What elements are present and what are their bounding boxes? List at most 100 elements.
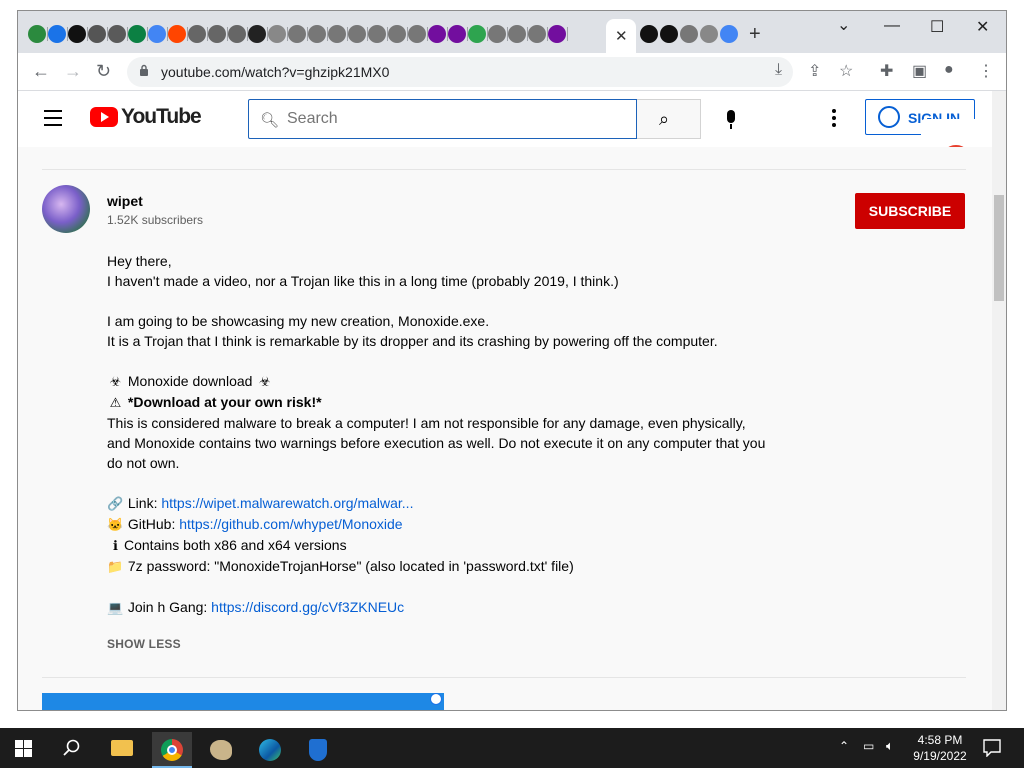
youtube-logo-text: YouTube (121, 105, 202, 128)
security-shield-icon[interactable] (298, 732, 338, 768)
tab-favicon[interactable] (528, 25, 546, 43)
info-icon: ℹ (113, 538, 118, 553)
tab-favicon[interactable] (468, 25, 486, 43)
clock[interactable]: 4:58 PM 9/19/2022 (900, 732, 980, 764)
tab-favicon[interactable] (188, 25, 206, 43)
tab-favicon[interactable] (88, 25, 106, 43)
minimize-button[interactable]: — (884, 17, 900, 35)
extensions-puzzle-icon[interactable]: ✚ (880, 61, 893, 81)
settings-kebab-icon[interactable] (832, 109, 838, 129)
channel-avatar[interactable] (42, 185, 90, 233)
page-scrollbar[interactable] (992, 91, 1006, 710)
hamburger-menu-icon[interactable] (44, 110, 64, 126)
tab-favicon[interactable] (408, 25, 426, 43)
tab-favicon[interactable] (308, 25, 326, 43)
tab-favicon[interactable] (488, 25, 506, 43)
desc-line: It is a Trojan that I think is remarkabl… (107, 333, 718, 349)
password-line: 📁 7z password: "MonoxideTrojanHorse" (al… (107, 556, 767, 577)
tab-favicon[interactable] (248, 25, 266, 43)
network-icon[interactable]: ▭ (863, 739, 874, 753)
tab-favicon[interactable] (128, 25, 146, 43)
tab-favicon[interactable] (700, 25, 718, 43)
tab-favicon[interactable] (680, 25, 698, 43)
tab-favicon[interactable] (148, 25, 166, 43)
show-less-button[interactable]: SHOW LESS (107, 637, 181, 651)
discord-link[interactable]: https://discord.gg/cVf3ZKNEUc (211, 599, 404, 615)
close-tab-icon[interactable]: ✕ (615, 27, 628, 45)
ad-info-icon[interactable] (430, 693, 442, 705)
tab-favicon[interactable] (288, 25, 306, 43)
download-heading-line: ☣ Monoxide download ☣ (107, 371, 767, 392)
install-app-icon[interactable]: ⤓ (775, 61, 782, 79)
active-tab[interactable]: ✕ (606, 19, 636, 53)
subscribe-button[interactable]: SUBSCRIBE (855, 193, 965, 229)
tab-favicon[interactable] (168, 25, 186, 43)
subscriber-count: 1.52K subscribers (107, 213, 204, 227)
desc-line: I am going to be showcasing my new creat… (107, 313, 490, 329)
laptop-icon: 💻 (107, 600, 124, 615)
url-text: youtube.com/watch?v=ghzipk21MX0 (161, 64, 390, 80)
ad-banner[interactable] (42, 693, 444, 710)
paint-app-icon[interactable] (201, 732, 241, 768)
tab-favicon[interactable] (368, 25, 386, 43)
tab-search-chevron-icon[interactable]: ⌄ (837, 15, 850, 35)
chrome-taskbar-icon[interactable] (152, 732, 192, 768)
edge-icon[interactable] (250, 732, 290, 768)
discord-line: 💻 Join h Gang: https://discord.gg/cVf3ZK… (107, 597, 767, 618)
search-icon[interactable] (63, 739, 81, 757)
tab-favicon[interactable] (388, 25, 406, 43)
tab-favicon[interactable] (228, 25, 246, 43)
github-line: 🐱 GitHub: https://github.com/whypet/Mono… (107, 514, 767, 535)
browser-menu-icon[interactable]: ⋮ (978, 61, 994, 81)
video-description-section: wipet 1.52K subscribers SUBSCRIBE Hey th… (18, 147, 992, 710)
cat-icon: 🐱 (107, 517, 124, 532)
browser-window: ✕ + ⌄ — ☐ ✕ ← → ↻ youtube.com/watch?v=gh… (17, 10, 1007, 711)
maximize-button[interactable]: ☐ (930, 17, 944, 37)
link-icon: 🔗 (107, 496, 124, 511)
desktop: ✕ + ⌄ — ☐ ✕ ← → ↻ youtube.com/watch?v=gh… (0, 0, 1024, 728)
tab-favicon[interactable] (28, 25, 46, 43)
back-arrow-icon[interactable]: ← (32, 61, 50, 82)
tab-favicon[interactable] (720, 25, 738, 43)
tab-favicon[interactable] (268, 25, 286, 43)
address-bar[interactable]: youtube.com/watch?v=ghzipk21MX0 (127, 57, 793, 87)
github-link[interactable]: https://github.com/whypet/Monoxide (179, 516, 402, 532)
side-panel-icon[interactable]: ▣ (912, 61, 927, 81)
biohazard-icon: ☣ (109, 374, 122, 389)
file-explorer-icon[interactable] (102, 732, 142, 768)
forward-arrow-icon[interactable]: → (64, 61, 82, 82)
search-button[interactable]: ⌕ (637, 99, 701, 139)
tab-favicon[interactable] (108, 25, 126, 43)
new-tab-button[interactable]: + (749, 23, 761, 46)
close-window-button[interactable]: ✕ (976, 17, 989, 37)
tab-favicon[interactable] (328, 25, 346, 43)
tab-favicon[interactable] (640, 25, 658, 43)
tab-favicon[interactable] (68, 25, 86, 43)
profile-icon[interactable]: ● (944, 61, 954, 79)
tab-favicon[interactable] (448, 25, 466, 43)
channel-name[interactable]: wipet (107, 193, 143, 209)
search-input[interactable] (287, 106, 617, 132)
tab-favicon[interactable] (428, 25, 446, 43)
malwarewatch-link[interactable]: https://wipet.malwarewatch.org/malwar... (161, 495, 413, 511)
tab-favicon[interactable] (348, 25, 366, 43)
volume-icon[interactable]: 🔈︎ (886, 738, 894, 754)
youtube-header: YouTube 🔍︎ ⌕ SIGN IN (18, 91, 992, 147)
desc-line: Hey there, (107, 253, 172, 269)
bookmark-star-icon[interactable]: ☆ (839, 61, 853, 81)
reload-icon[interactable]: ↻ (96, 61, 111, 82)
tray-chevron-up-icon[interactable]: ⌃ (839, 739, 849, 753)
tab-favicon[interactable] (48, 25, 66, 43)
windows-start-icon[interactable] (15, 740, 32, 757)
lock-icon (140, 64, 148, 76)
tab-favicon[interactable] (548, 25, 566, 43)
scrollbar-thumb[interactable] (994, 195, 1004, 301)
share-icon[interactable]: ⇪ (808, 61, 821, 81)
tab-favicon[interactable] (660, 25, 678, 43)
link-line: 🔗 Link: https://wipet.malwarewatch.org/m… (107, 493, 767, 514)
voice-search-mic-icon[interactable] (712, 100, 750, 138)
tab-favicon[interactable] (508, 25, 526, 43)
tab-favicon[interactable] (208, 25, 226, 43)
notification-center-icon[interactable] (983, 739, 1001, 757)
clock-date: 9/19/2022 (913, 749, 967, 763)
